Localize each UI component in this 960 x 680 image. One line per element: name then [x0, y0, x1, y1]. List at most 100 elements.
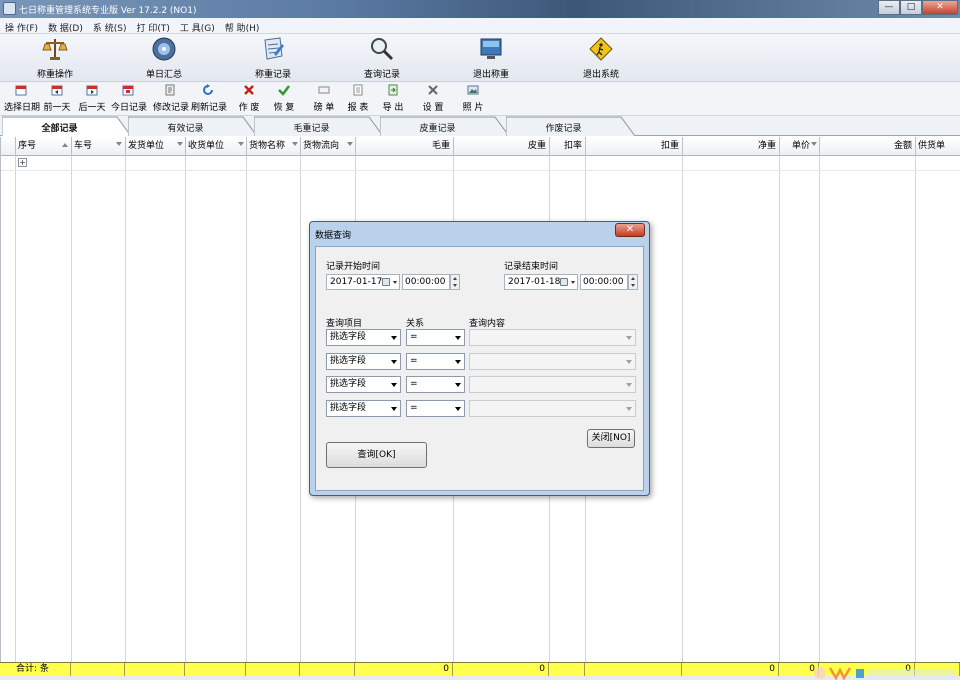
- header-serial[interactable]: 序号: [16, 137, 72, 156]
- filter-dropdown-icon[interactable]: [347, 142, 353, 146]
- start-date-picker[interactable]: 2017-01-17: [326, 274, 400, 290]
- menu-operate[interactable]: 操 作(F): [0, 18, 43, 34]
- weigh-ticket-button[interactable]: 磅 单: [312, 84, 336, 113]
- query-field-select-1[interactable]: 挑选字段: [326, 329, 401, 346]
- scale-icon: [42, 39, 68, 60]
- tab-void-records[interactable]: 作废记录: [506, 116, 636, 137]
- query-field-value: 挑选字段: [330, 403, 367, 413]
- next-day-button[interactable]: 后一天: [78, 84, 106, 113]
- query-field-select-4[interactable]: 挑选字段: [326, 400, 401, 417]
- weigh-ticket-label: 磅 单: [313, 103, 335, 113]
- close-window-button[interactable]: ✕: [922, 0, 958, 15]
- calendar-icon: [15, 85, 27, 96]
- end-time-field[interactable]: 00:00:00: [580, 274, 628, 290]
- menu-tools[interactable]: 工 具(G): [175, 18, 220, 34]
- header-vehicle-no[interactable]: 车号: [72, 137, 126, 156]
- menu-help[interactable]: 帮 助(H): [220, 18, 265, 34]
- edit-record-button[interactable]: 修改记录: [153, 84, 189, 113]
- settings-button[interactable]: 设 置: [421, 84, 445, 113]
- query-content-select-4[interactable]: [469, 400, 636, 417]
- header-amount[interactable]: 金额: [820, 137, 916, 156]
- menu-data[interactable]: 数 据(D): [43, 18, 88, 34]
- restore-button[interactable]: 恢 复: [272, 84, 296, 113]
- query-records-button[interactable]: 查询记录: [337, 36, 427, 80]
- grid-row-divider: [1, 170, 960, 171]
- select-date-button[interactable]: 选择日期: [4, 84, 40, 113]
- query-ok-button[interactable]: 查询[OK]: [326, 442, 427, 468]
- filter-dropdown-icon[interactable]: [811, 142, 817, 146]
- query-content-select-2[interactable]: [469, 353, 636, 370]
- chevron-down-icon: [391, 360, 397, 364]
- query-field-select-2[interactable]: 挑选字段: [326, 353, 401, 370]
- header-serial-label: 序号: [18, 141, 37, 151]
- tab-gross-records[interactable]: 毛重记录: [254, 116, 384, 137]
- grid-column: [683, 137, 780, 662]
- end-date-value: 2017-01-18: [508, 277, 561, 287]
- relation-value: =: [410, 379, 418, 389]
- menu-system[interactable]: 系 统(S): [88, 18, 132, 34]
- summary-cell: [71, 663, 125, 677]
- header-deduction-rate[interactable]: 扣率: [550, 137, 586, 156]
- close-no-button[interactable]: 关闭[NO]: [587, 429, 635, 448]
- header-deduction-rate-label: 扣率: [563, 141, 582, 151]
- start-time-field[interactable]: 00:00:00: [402, 274, 450, 290]
- maximize-button[interactable]: □: [900, 0, 922, 15]
- weigh-records-button[interactable]: 称重记录: [228, 36, 318, 80]
- filter-dropdown-icon[interactable]: [292, 142, 298, 146]
- start-time-spinner[interactable]: [450, 274, 460, 290]
- start-time-value: 00:00:00: [405, 277, 446, 287]
- tab-all-records[interactable]: 全部记录: [2, 116, 132, 137]
- tab-tare-records[interactable]: 皮重记录: [380, 116, 510, 137]
- header-net[interactable]: 净重: [683, 137, 780, 156]
- summary-gross: 0: [443, 664, 449, 674]
- report-button[interactable]: 报 表: [346, 84, 370, 113]
- header-supply-note-label: 供货单: [918, 141, 946, 151]
- filter-dropdown-icon[interactable]: [177, 142, 183, 146]
- weigh-operation-button[interactable]: 称重操作: [10, 36, 100, 80]
- query-field-select-3[interactable]: 挑选字段: [326, 376, 401, 393]
- relation-select-1[interactable]: =: [406, 329, 465, 346]
- header-goods-flow-label: 货物流向: [303, 141, 340, 151]
- dialog-close-icon[interactable]: ✕: [615, 223, 645, 237]
- header-deduction-weight[interactable]: 扣重: [586, 137, 683, 156]
- grid-column: [186, 137, 247, 662]
- expand-row-icon[interactable]: +: [18, 158, 27, 167]
- query-content-select-3[interactable]: [469, 376, 636, 393]
- dialog-body: 记录开始时间 2017-01-17 00:00:00 记录结束时间 2017-0…: [315, 246, 644, 491]
- summary-cell: [585, 663, 682, 677]
- minimize-button[interactable]: —: [878, 0, 900, 15]
- export-button[interactable]: 导 出: [381, 84, 405, 113]
- header-receiver[interactable]: 收货单位: [186, 137, 247, 156]
- filter-dropdown-icon[interactable]: [116, 142, 122, 146]
- photo-button[interactable]: 照 片: [461, 84, 485, 113]
- today-records-button[interactable]: 今日记录: [111, 84, 147, 113]
- header-unit-price[interactable]: 单价: [780, 137, 820, 156]
- weigh-operation-label: 称重操作: [36, 70, 73, 80]
- void-button[interactable]: 作 废: [237, 84, 261, 113]
- header-gross[interactable]: 毛重: [356, 137, 454, 156]
- daily-summary-button[interactable]: 单日汇总: [119, 36, 209, 80]
- relation-select-2[interactable]: =: [406, 353, 465, 370]
- exit-system-button[interactable]: 退出系统: [556, 36, 646, 80]
- menu-print[interactable]: 打 印(T): [132, 18, 175, 34]
- end-time-spinner[interactable]: [628, 274, 638, 290]
- relation-select-3[interactable]: =: [406, 376, 465, 393]
- header-goods-name-label: 货物名称: [249, 141, 286, 151]
- header-tare[interactable]: 皮重: [454, 137, 550, 156]
- query-content-select-1[interactable]: [469, 329, 636, 346]
- header-supply-note[interactable]: 供货单: [916, 137, 960, 156]
- previous-day-button[interactable]: 前一天: [43, 84, 71, 113]
- grid-column: [126, 137, 186, 662]
- tab-valid-records[interactable]: 有效记录: [128, 116, 258, 137]
- refresh-records-button[interactable]: 刷新记录: [191, 84, 227, 113]
- header-goods-flow[interactable]: 货物流向: [301, 137, 356, 156]
- exit-weighing-button[interactable]: 退出称重: [446, 36, 536, 80]
- header-goods-name[interactable]: 货物名称: [247, 137, 301, 156]
- header-net-label: 净重: [757, 141, 776, 151]
- end-date-picker[interactable]: 2017-01-18: [504, 274, 578, 290]
- relation-select-4[interactable]: =: [406, 400, 465, 417]
- header-sender[interactable]: 发货单位: [126, 137, 186, 156]
- menu-bar: 操 作(F) 数 据(D) 系 统(S) 打 印(T) 工 具(G) 帮 助(H…: [0, 18, 960, 34]
- daily-summary-label: 单日汇总: [145, 70, 182, 80]
- filter-dropdown-icon[interactable]: [238, 142, 244, 146]
